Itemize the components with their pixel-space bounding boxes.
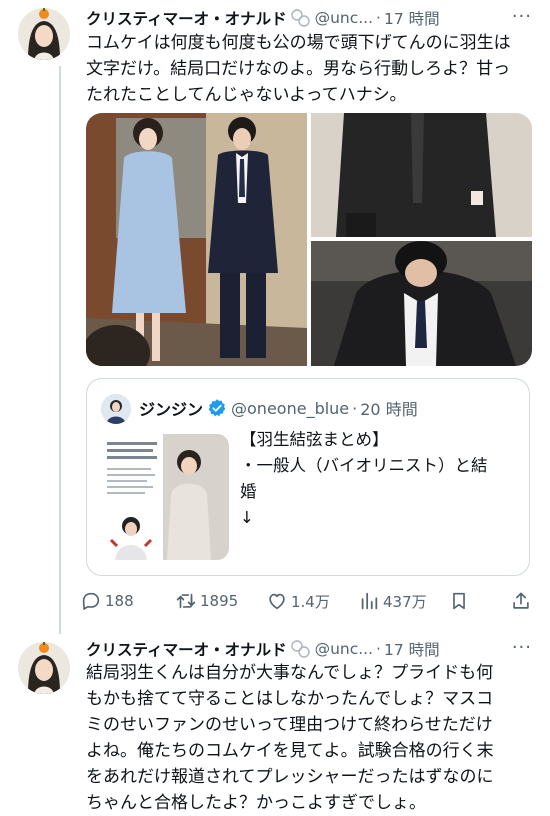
circles-badge-icon — [290, 9, 310, 27]
circles-badge-icon — [290, 640, 310, 658]
timestamp[interactable]: 17 時間 — [384, 7, 440, 29]
tweet-text-line: コムケイは何度も何度も公の場で頭下げてんのに羽生は — [86, 33, 511, 53]
tweet-text-line: 結局羽生くんは自分が大事なんでしょ？プライドも何 — [86, 663, 494, 683]
display-name[interactable]: クリスティマーオ・オナルド — [86, 638, 287, 660]
avatar[interactable] — [18, 642, 70, 694]
media-photo-suit[interactable] — [311, 113, 532, 237]
bookmark-button[interactable] — [448, 588, 473, 614]
share-icon — [513, 592, 529, 609]
tweet-text-line: たれたことしてんじゃないよってハナシ。 — [86, 85, 407, 105]
views-button[interactable]: 437万 — [358, 588, 427, 614]
thread-connector-line — [59, 66, 61, 634]
quoted-media-thumbnail[interactable] — [101, 434, 229, 560]
separator-dot: · — [376, 9, 381, 27]
quoted-text-line: ↓ — [240, 508, 254, 527]
heart-icon — [269, 593, 285, 610]
tweet-header: クリスティマーオ・オナルド @unc... · 17 時間 — [86, 637, 440, 661]
quoted-tweet-header: ジンジン @oneone_blue · 20 時間 — [139, 395, 418, 421]
quoted-display-name[interactable]: ジンジン — [139, 396, 203, 420]
tweet-media-grid[interactable] — [86, 113, 532, 366]
retweet-button[interactable]: 1895 — [175, 588, 238, 614]
retweet-icon — [176, 593, 196, 609]
quoted-text-line: ・一般人（バイオリニスト）と結 — [240, 456, 488, 475]
reply-button[interactable]: 188 — [80, 588, 134, 614]
tweet-text-line: ミのせいファンのせいって理由つけて終わらせただけ — [86, 715, 493, 735]
tweet-text-line: もかも捨てて守ることはしなかったんでしょ？マスコ — [86, 689, 494, 709]
tweet-text-line: よね。俺たちのコムケイを見てよ。試験合格の行く末 — [86, 741, 494, 761]
tweet-text-line: ちゃんと合格したよ？かっこよすぎでしょ。 — [86, 793, 426, 813]
tweet-action-bar: 188 1895 1.4万 437万 — [80, 588, 540, 614]
tweet-text: 結局羽生くんは自分が大事なんでしょ？プライドも何 もかも捨てて守ることはしなかっ… — [86, 660, 536, 816]
tweet-text: コムケイは何度も何度も公の場で頭下げてんのに羽生は 文字だけ。結局口だけなのよ。… — [86, 30, 536, 108]
verified-badge-icon — [208, 399, 226, 417]
more-options-icon[interactable]: ··· — [512, 6, 532, 27]
avatar[interactable] — [18, 8, 70, 60]
views-chart-icon — [361, 592, 378, 610]
tweet-text-line: をあれだけ報道されてプレッシャーだったはずなのに — [86, 767, 494, 787]
quoted-timestamp[interactable]: 20 時間 — [360, 396, 417, 420]
reply-count: 188 — [105, 592, 134, 610]
media-photo-couple[interactable] — [86, 113, 307, 366]
like-count: 1.4万 — [291, 592, 330, 611]
display-name[interactable]: クリスティマーオ・オナルド — [86, 7, 287, 29]
separator-dot: · — [376, 640, 381, 658]
quoted-text-line: 【羽生結弦まとめ】 — [240, 430, 389, 449]
user-handle[interactable]: @unc... — [315, 9, 373, 27]
reply-icon — [82, 592, 100, 610]
tweet-text-line: 文字だけ。結局口だけなのよ。男なら行動しろよ？甘っ — [86, 59, 511, 79]
tweet-header: クリスティマーオ・オナルド @unc... · 17 時間 — [86, 6, 440, 30]
like-button[interactable]: 1.4万 — [266, 588, 330, 614]
timestamp[interactable]: 17 時間 — [384, 638, 440, 660]
separator-dot: · — [352, 398, 358, 418]
media-photo-bowing[interactable] — [311, 241, 532, 366]
quoted-user-avatar[interactable] — [101, 394, 131, 424]
quoted-tweet-text: 【羽生結弦まとめ】 ・一般人（バイオリニスト）と結 婚 ↓ — [240, 427, 520, 531]
more-options-icon[interactable]: ··· — [512, 637, 532, 658]
quoted-user-handle[interactable]: @oneone_blue — [231, 399, 349, 418]
quoted-tweet-card[interactable]: ジンジン @oneone_blue · 20 時間 【羽生結弦まとめ】 ・一般人… — [86, 378, 530, 576]
retweet-count: 1895 — [200, 592, 239, 610]
quoted-text-line: 婚 — [240, 482, 257, 501]
user-handle[interactable]: @unc... — [315, 640, 373, 658]
bookmark-icon — [453, 592, 465, 610]
share-button[interactable] — [510, 588, 535, 614]
views-count: 437万 — [383, 592, 427, 611]
